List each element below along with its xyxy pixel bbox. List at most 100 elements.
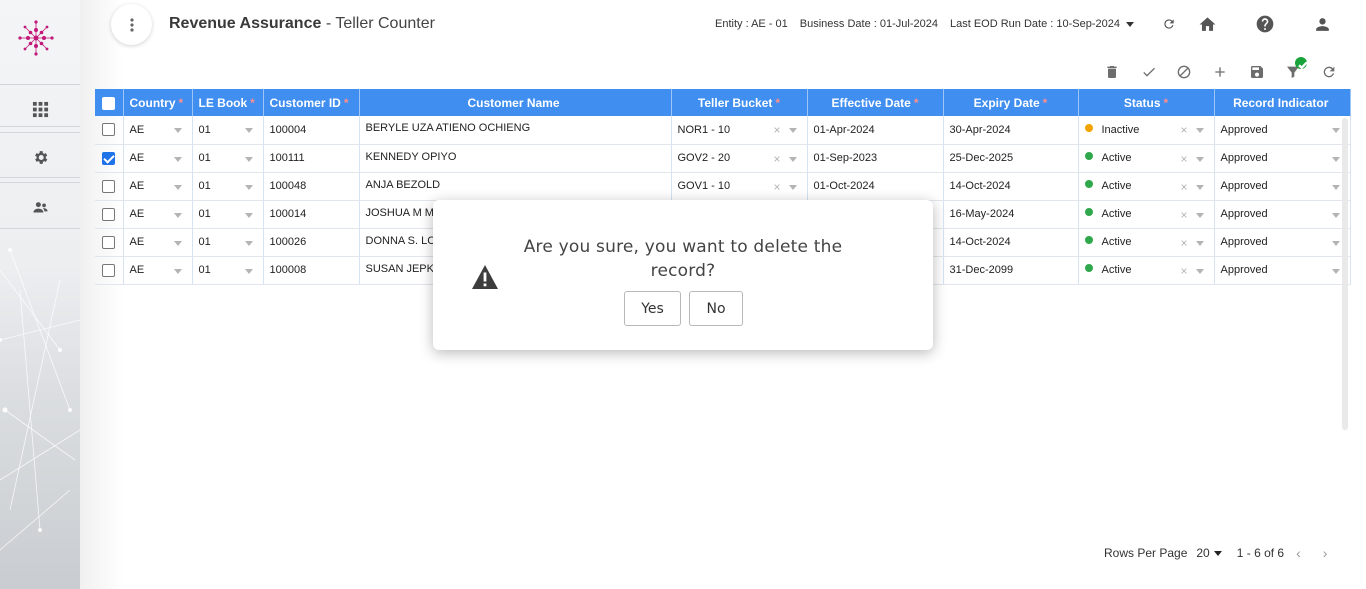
delete-button[interactable] [1101,61,1123,83]
chevron-down-icon[interactable] [1332,156,1340,162]
row-select-cell[interactable] [95,200,124,229]
clear-icon[interactable]: × [773,152,780,166]
column-customer-id[interactable]: Customer ID * [263,89,360,116]
chevron-down-icon[interactable] [173,268,182,274]
user-profile-button[interactable] [1310,12,1334,36]
select-all-checkbox[interactable] [102,96,116,110]
le-book-cell[interactable]: 01 [192,256,264,285]
save-button[interactable] [1246,61,1268,83]
column-teller-bucket[interactable]: Teller Bucket * [671,89,808,116]
chevron-down-icon[interactable] [1195,240,1204,246]
chevron-down-icon[interactable] [1332,128,1340,133]
effective-date-cell[interactable]: 01-Apr-2024 [807,116,944,145]
customer-name-cell[interactable]: ANJA BEZOLD [359,172,672,201]
row-checkbox[interactable] [102,179,116,193]
teller-bucket-cell[interactable]: GOV2 - 20 × [671,144,808,173]
yes-button[interactable]: Yes [624,291,681,326]
row-select-cell[interactable] [95,116,124,145]
chevron-down-icon[interactable] [1332,240,1340,246]
teller-bucket-cell[interactable]: GOV1 - 10 × [671,172,808,201]
chevron-down-icon[interactable] [173,184,182,190]
row-select-cell[interactable] [95,144,124,173]
customer-id-cell[interactable]: 100004 [263,116,360,145]
chevron-down-icon[interactable] [1195,212,1204,218]
customer-id-cell[interactable]: 100026 [263,228,360,257]
status-cell[interactable]: Active × [1078,228,1215,257]
chevron-down-icon[interactable] [1125,21,1134,27]
column-country[interactable]: Country * [123,89,193,116]
country-cell[interactable]: AE [123,116,193,145]
row-checkbox[interactable] [102,207,116,221]
clear-icon[interactable]: × [773,180,780,194]
customer-id-cell[interactable]: 100014 [263,200,360,229]
chevron-down-icon[interactable] [173,128,182,133]
previous-page-icon[interactable]: ‹ [1296,545,1301,561]
record-indicator-cell[interactable]: Approved [1214,144,1351,173]
expiry-date-cell[interactable]: 14-Oct-2024 [943,228,1079,257]
rows-per-page-select[interactable]: 20 [1196,546,1222,560]
chevron-down-icon[interactable] [788,128,797,133]
effective-date-cell[interactable]: 01-Oct-2024 [807,172,944,201]
le-book-cell[interactable]: 01 [192,228,264,257]
chevron-down-icon[interactable] [244,156,253,162]
expiry-date-cell[interactable]: 14-Oct-2024 [943,172,1079,201]
customer-name-cell[interactable]: BERYLE UZA ATIENO OCHIENG [359,116,672,145]
column-effective-date[interactable]: Effective Date * [807,89,944,116]
chevron-down-icon[interactable] [1332,184,1340,190]
expiry-date-cell[interactable]: 25-Dec-2025 [943,144,1079,173]
approve-button[interactable] [1138,61,1160,83]
chevron-down-icon[interactable] [173,240,182,246]
record-indicator-cell[interactable]: Approved [1214,200,1351,229]
record-indicator-cell[interactable]: Approved [1214,228,1351,257]
sidebar-item-settings[interactable] [0,132,80,182]
chevron-down-icon[interactable] [244,268,253,274]
status-cell[interactable]: Active × [1078,256,1215,285]
record-indicator-cell[interactable]: Approved [1214,116,1351,145]
expiry-date-cell[interactable]: 31-Dec-2099 [943,256,1079,285]
teller-bucket-cell[interactable]: NOR1 - 10 × [671,116,808,145]
vertical-scrollbar[interactable] [1342,118,1348,430]
column-le-book[interactable]: LE Book * [192,89,264,116]
expiry-date-cell[interactable]: 30-Apr-2024 [943,116,1079,145]
chevron-down-icon[interactable] [1332,212,1340,218]
customer-id-cell[interactable]: 100048 [263,172,360,201]
status-cell[interactable]: Active × [1078,172,1215,201]
chevron-down-icon[interactable] [788,184,797,190]
record-indicator-cell[interactable]: Approved [1214,172,1351,201]
clear-icon[interactable]: × [1180,236,1187,250]
refresh-grid-button[interactable] [1318,61,1340,83]
clear-icon[interactable]: × [1180,152,1187,166]
clear-icon[interactable]: × [1180,208,1187,222]
row-select-cell[interactable] [95,256,124,285]
le-book-cell[interactable]: 01 [192,172,264,201]
row-checkbox[interactable] [102,263,116,277]
country-cell[interactable]: AE [123,228,193,257]
status-cell[interactable]: Active × [1078,144,1215,173]
country-cell[interactable]: AE [123,200,193,229]
chevron-down-icon[interactable] [1195,184,1204,190]
refresh-session-button[interactable] [1157,12,1181,36]
help-button[interactable] [1253,12,1277,36]
customer-id-cell[interactable]: 100111 [263,144,360,173]
chevron-down-icon[interactable] [244,128,253,133]
effective-date-cell[interactable]: 01-Sep-2023 [807,144,944,173]
chevron-down-icon[interactable] [1195,156,1204,162]
chevron-down-icon[interactable] [1332,268,1340,274]
chevron-down-icon[interactable] [244,240,253,246]
row-select-cell[interactable] [95,228,124,257]
more-menu-button[interactable] [111,4,152,45]
country-cell[interactable]: AE [123,144,193,173]
table-row[interactable]: AE 01 100048 ANJA BEZOLD GOV1 - 10 × 01-Oct-20… [95,172,1351,201]
chevron-down-icon[interactable] [1195,128,1204,133]
column-expiry-date[interactable]: Expiry Date * [943,89,1079,116]
no-button[interactable]: No [689,291,743,326]
expiry-date-cell[interactable]: 16-May-2024 [943,200,1079,229]
chevron-down-icon[interactable] [173,212,182,218]
le-book-cell[interactable]: 01 [192,144,264,173]
row-select-cell[interactable] [95,172,124,201]
status-cell[interactable]: Active × [1078,200,1215,229]
chevron-down-icon[interactable] [788,156,797,162]
next-page-icon[interactable]: › [1323,545,1328,561]
chevron-down-icon[interactable] [244,212,253,218]
le-book-cell[interactable]: 01 [192,116,264,145]
